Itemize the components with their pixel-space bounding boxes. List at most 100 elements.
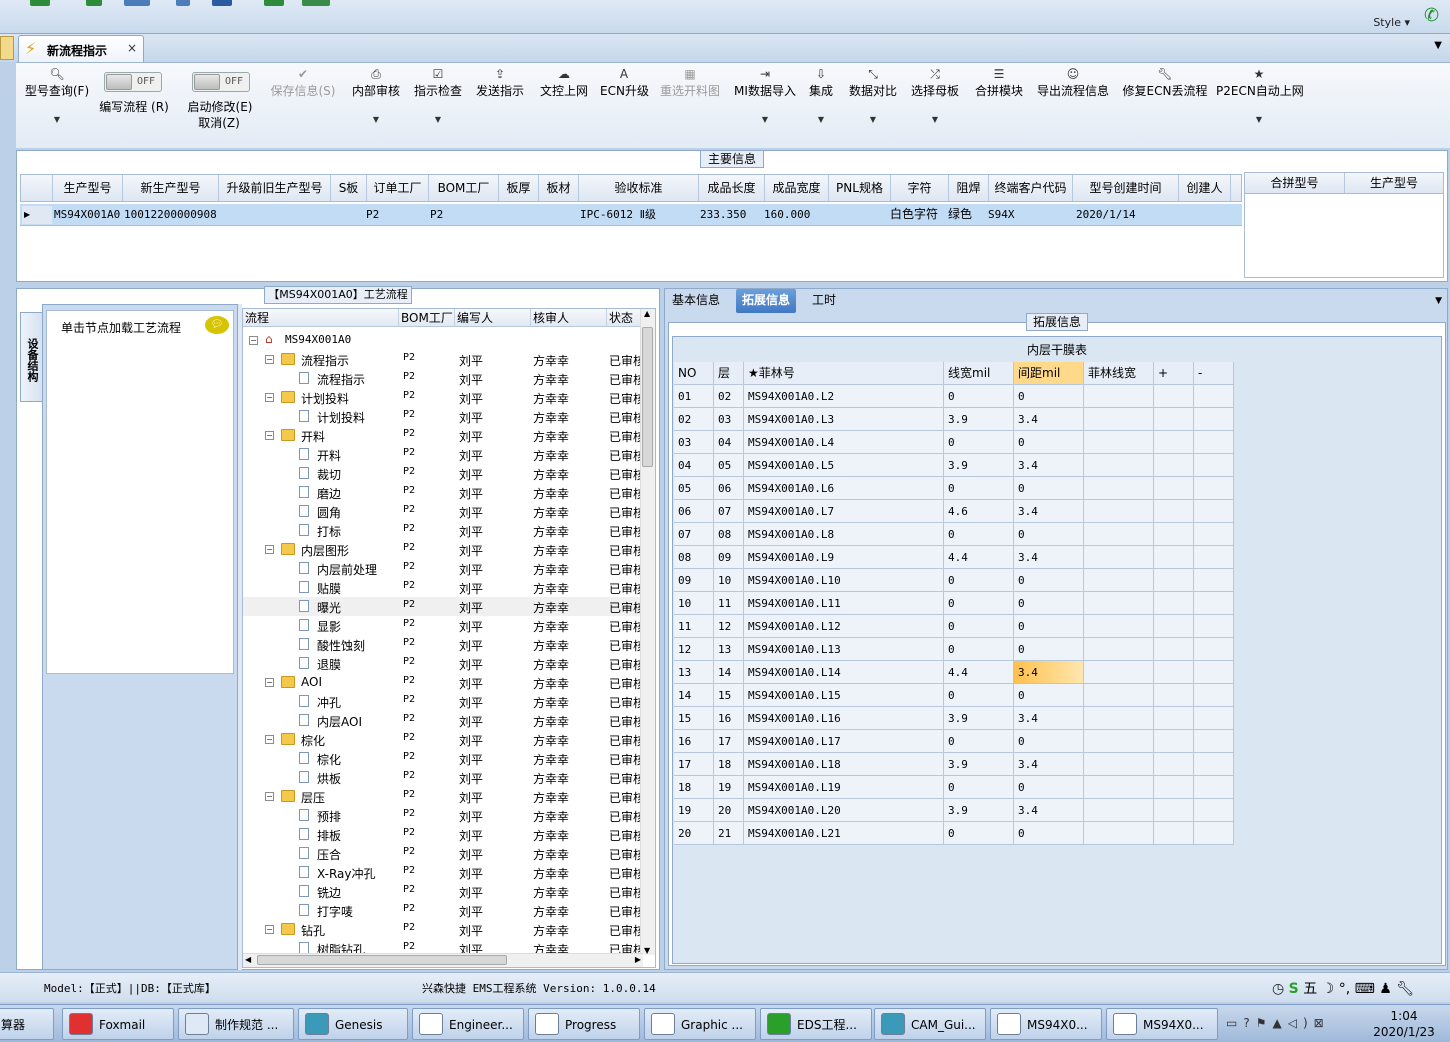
table-cell[interactable]: 0 [1014, 730, 1084, 753]
tree-step-row[interactable]: 内层AOI P2 刘平 方幸幸 已审核 [243, 711, 641, 730]
left-pane-tab[interactable] [0, 36, 14, 60]
table-cell[interactable] [1154, 753, 1194, 776]
table-cell[interactable]: 0 [944, 615, 1014, 638]
taskbar-item[interactable]: CAM_Gui... [874, 1008, 986, 1040]
column-header[interactable]: BOM工厂 [399, 309, 455, 327]
quick-access-icon[interactable] [86, 0, 102, 6]
table-cell[interactable]: 08 [674, 546, 714, 569]
cell-create-time[interactable]: 2020/1/14 [1076, 204, 1136, 225]
table-cell[interactable]: MS94X001A0.L15 [744, 684, 944, 707]
keyboard-icon[interactable]: ⌨ [1355, 981, 1375, 997]
table-cell[interactable] [1194, 776, 1234, 799]
table-cell[interactable]: 13 [674, 661, 714, 684]
table-cell[interactable]: MS94X001A0.L11 [744, 592, 944, 615]
table-cell[interactable]: 0 [1014, 477, 1084, 500]
table-cell[interactable]: 07 [674, 523, 714, 546]
clock[interactable]: 1:04 2020/1/23 [1368, 1008, 1440, 1040]
table-cell[interactable] [1084, 546, 1154, 569]
volume-icon[interactable]: ◁) [1288, 1016, 1314, 1030]
table-cell[interactable] [1154, 799, 1194, 822]
table-cell[interactable]: 3.4 [1014, 707, 1084, 730]
table-row[interactable]: 09 10 MS94X001A0.L10 0 0 [674, 569, 1234, 592]
doc-online-button[interactable]: ☁ 文控上网 [538, 66, 590, 99]
collapse-icon[interactable]: − [265, 735, 274, 744]
table-cell[interactable] [1194, 569, 1234, 592]
table-cell[interactable] [1154, 776, 1194, 799]
table-cell[interactable]: 03 [674, 431, 714, 454]
table-cell[interactable] [1084, 638, 1154, 661]
tree-step-row[interactable]: 预排 P2 刘平 方幸幸 已审核 [243, 806, 641, 825]
tree-step-row[interactable]: 曝光 P2 刘平 方幸幸 已审核 [243, 597, 641, 616]
column-header[interactable]: 合拼型号 [1245, 173, 1345, 193]
table-cell[interactable] [1084, 776, 1154, 799]
tree-step-row[interactable]: 磨边 P2 刘平 方幸幸 已审核 [243, 483, 641, 502]
column-header[interactable]: NO [674, 362, 714, 385]
table-cell[interactable]: MS94X001A0.L12 [744, 615, 944, 638]
table-cell[interactable]: 3.4 [1014, 454, 1084, 477]
cell-length[interactable]: 233.350 [700, 204, 746, 225]
table-cell[interactable]: 0 [944, 431, 1014, 454]
table-cell[interactable]: 18 [674, 776, 714, 799]
table-cell[interactable] [1154, 385, 1194, 408]
tree-step-row[interactable]: 冲孔 P2 刘平 方幸幸 已审核 [243, 692, 641, 711]
tree-group-row[interactable]: − 开料 P2 刘平 方幸幸 已审核 [243, 426, 641, 445]
table-cell[interactable]: 05 [674, 477, 714, 500]
table-cell[interactable] [1154, 638, 1194, 661]
table-cell[interactable]: 0 [944, 592, 1014, 615]
fix-ecn-button[interactable]: 🔧︎ 修复ECN丢流程 [1122, 66, 1208, 99]
cell-new-model[interactable]: 10012200000908 [124, 204, 217, 225]
tab-basic-info[interactable]: 基本信息 [666, 289, 726, 313]
table-cell[interactable]: 4.4 [944, 661, 1014, 684]
table-cell[interactable] [1154, 592, 1194, 615]
table-cell[interactable] [1154, 477, 1194, 500]
table-cell[interactable]: MS94X001A0.L14 [744, 661, 944, 684]
table-cell[interactable] [1154, 408, 1194, 431]
skin-icon[interactable]: ♟ [1379, 981, 1392, 997]
tab-extended-info[interactable]: 拓展信息 [736, 289, 797, 313]
punct-icon[interactable]: °, [1339, 981, 1350, 997]
table-cell[interactable]: 02 [714, 385, 744, 408]
tree-step-row[interactable]: 显影 P2 刘平 方幸幸 已审核 [243, 616, 641, 635]
tree-step-row[interactable]: 烘板 P2 刘平 方幸幸 已审核 [243, 768, 641, 787]
ime-mode[interactable]: 五 [1303, 981, 1317, 997]
table-row[interactable]: 12 13 MS94X001A0.L13 0 0 [674, 638, 1234, 661]
tree-step-row[interactable]: 排板 P2 刘平 方幸幸 已审核 [243, 825, 641, 844]
p2ecn-auto-online-button[interactable]: ★ P2ECN自动上网 ▼ [1216, 66, 1304, 124]
add-column-button[interactable]: + [1154, 362, 1194, 385]
table-cell[interactable]: 18 [714, 753, 744, 776]
check-instruction-button[interactable]: ☑ 指示检查 ▼ [412, 66, 464, 124]
table-cell[interactable] [1084, 707, 1154, 730]
table-cell[interactable]: MS94X001A0.L3 [744, 408, 944, 431]
grid-corner[interactable] [21, 175, 53, 201]
quick-access-icon[interactable] [264, 0, 284, 6]
tree-group-row[interactable]: − AOI P2 刘平 方幸幸 已审核 [243, 673, 641, 692]
tree-group-row[interactable]: − 流程指示 P2 刘平 方幸幸 已审核 [243, 350, 641, 369]
table-cell[interactable] [1084, 661, 1154, 684]
table-cell[interactable]: 4.4 [944, 546, 1014, 569]
table-cell[interactable]: 12 [674, 638, 714, 661]
table-cell[interactable]: 10 [674, 592, 714, 615]
table-cell[interactable]: 0 [944, 523, 1014, 546]
table-cell[interactable]: 04 [674, 454, 714, 477]
table-cell[interactable] [1084, 431, 1154, 454]
ecn-upgrade-button[interactable]: A ECN升级 [600, 66, 649, 99]
table-cell[interactable]: 02 [674, 408, 714, 431]
table-cell[interactable] [1194, 546, 1234, 569]
tree-step-row[interactable]: 流程指示 P2 刘平 方幸幸 已审核 [243, 369, 641, 388]
table-row[interactable]: 06 07 MS94X001A0.L7 4.6 3.4 [674, 500, 1234, 523]
tab-equipment-structure[interactable]: 设备结构 [20, 312, 42, 402]
table-cell[interactable]: MS94X001A0.L4 [744, 431, 944, 454]
tab-work-hours[interactable]: 工时 [806, 289, 842, 313]
cell-bom-factory[interactable]: P2 [430, 204, 443, 225]
taskbar-item[interactable]: Foxmail [62, 1008, 174, 1040]
cancel-button[interactable]: 取消(Z) [194, 114, 244, 131]
table-cell[interactable]: 4.6 [944, 500, 1014, 523]
column-header[interactable]: 状态 [607, 309, 641, 327]
table-cell[interactable]: 13 [714, 638, 744, 661]
tree-step-row[interactable]: 开料 P2 刘平 方幸幸 已审核 [243, 445, 641, 464]
column-header[interactable]: 创建人 [1179, 175, 1231, 201]
column-header[interactable]: 验收标准 [579, 175, 699, 201]
taskbar-item[interactable]: 算器 [0, 1008, 54, 1040]
quick-access-icon[interactable] [124, 0, 150, 6]
table-cell[interactable]: 0 [944, 569, 1014, 592]
